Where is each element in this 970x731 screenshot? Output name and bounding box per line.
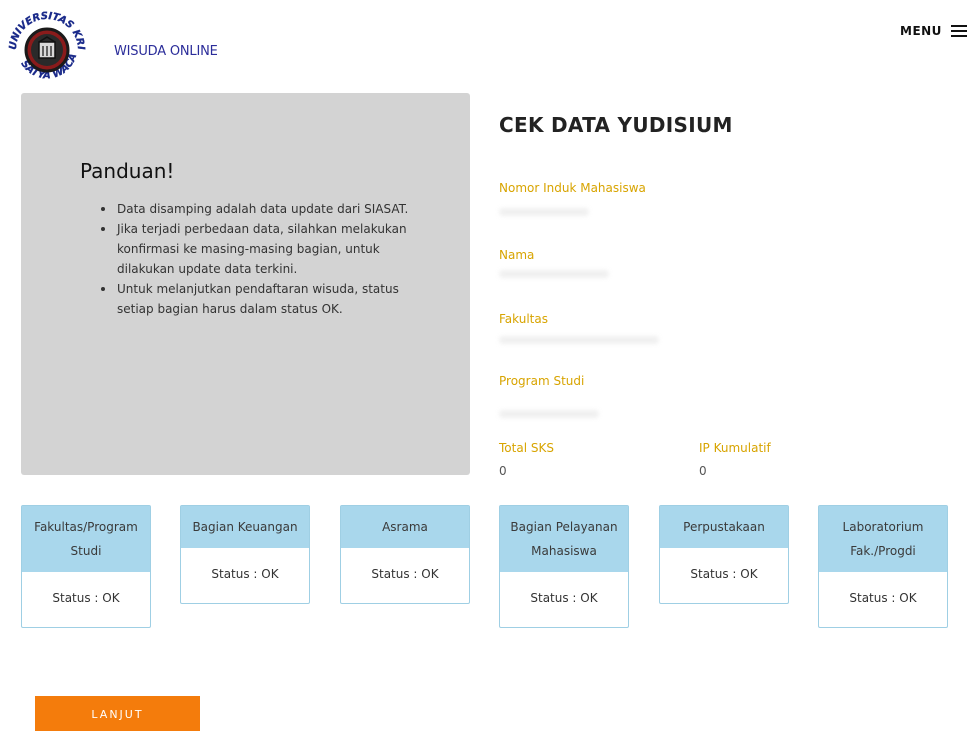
- status-card-fakultas: Fakultas/Program Studi Status : OK: [21, 505, 151, 628]
- lanjut-button[interactable]: LANJUT: [35, 696, 200, 731]
- prodi-label: Program Studi: [499, 374, 585, 388]
- guide-title: Panduan!: [80, 159, 175, 183]
- ipk-label: IP Kumulatif: [699, 441, 771, 455]
- sks-label: Total SKS: [499, 441, 554, 455]
- status-card-title: Laboratorium Fak./Progdi: [819, 506, 947, 572]
- prodi-value: [499, 410, 599, 418]
- yudisium-title: CEK DATA YUDISIUM: [499, 113, 733, 137]
- status-card-pelayanan: Bagian Pelayanan Mahasiswa Status : OK: [499, 505, 629, 628]
- guide-item: Data disamping adalah data update dari S…: [101, 199, 417, 219]
- menu-button[interactable]: MENU: [900, 24, 967, 38]
- status-card-title: Bagian Keuangan: [181, 506, 309, 548]
- status-card-laboratorium: Laboratorium Fak./Progdi Status : OK: [818, 505, 948, 628]
- status-card-title: Bagian Pelayanan Mahasiswa: [500, 506, 628, 572]
- nim-label: Nomor Induk Mahasiswa: [499, 181, 646, 195]
- guide-panel: Panduan! Data disamping adalah data upda…: [21, 93, 470, 475]
- status-card-status: Status : OK: [849, 591, 917, 605]
- status-card-title: Fakultas/Program Studi: [22, 506, 150, 572]
- status-card-status: Status : OK: [690, 567, 758, 581]
- site-brand[interactable]: WISUDA ONLINE: [114, 44, 218, 59]
- status-card-keuangan: Bagian Keuangan Status : OK: [180, 505, 310, 604]
- guide-item: Untuk melanjutkan pendaftaran wisuda, st…: [101, 279, 417, 319]
- status-card-perpustakaan: Perpustakaan Status : OK: [659, 505, 789, 604]
- status-card-title: Asrama: [341, 506, 469, 548]
- status-card-status: Status : OK: [371, 567, 439, 581]
- ipk-value: 0: [699, 464, 707, 478]
- status-card-status: Status : OK: [530, 591, 598, 605]
- status-card-status: Status : OK: [211, 567, 279, 581]
- status-card-title: Perpustakaan: [660, 506, 788, 548]
- university-logo[interactable]: UNIVERSITAS KRISTEN SATYA WACANA: [1, 0, 88, 88]
- menu-label: MENU: [900, 24, 942, 38]
- fakultas-value: [499, 336, 659, 344]
- status-card-status: Status : OK: [52, 591, 120, 605]
- fakultas-label: Fakultas: [499, 312, 548, 326]
- sks-value: 0: [499, 464, 507, 478]
- guide-list: Data disamping adalah data update dari S…: [101, 199, 417, 319]
- status-card-asrama: Asrama Status : OK: [340, 505, 470, 604]
- nama-label: Nama: [499, 248, 535, 262]
- nim-value: [499, 208, 589, 216]
- guide-item: Jika terjadi perbedaan data, silahkan me…: [101, 219, 417, 279]
- nama-value: [499, 270, 609, 278]
- hamburger-icon: [950, 25, 967, 37]
